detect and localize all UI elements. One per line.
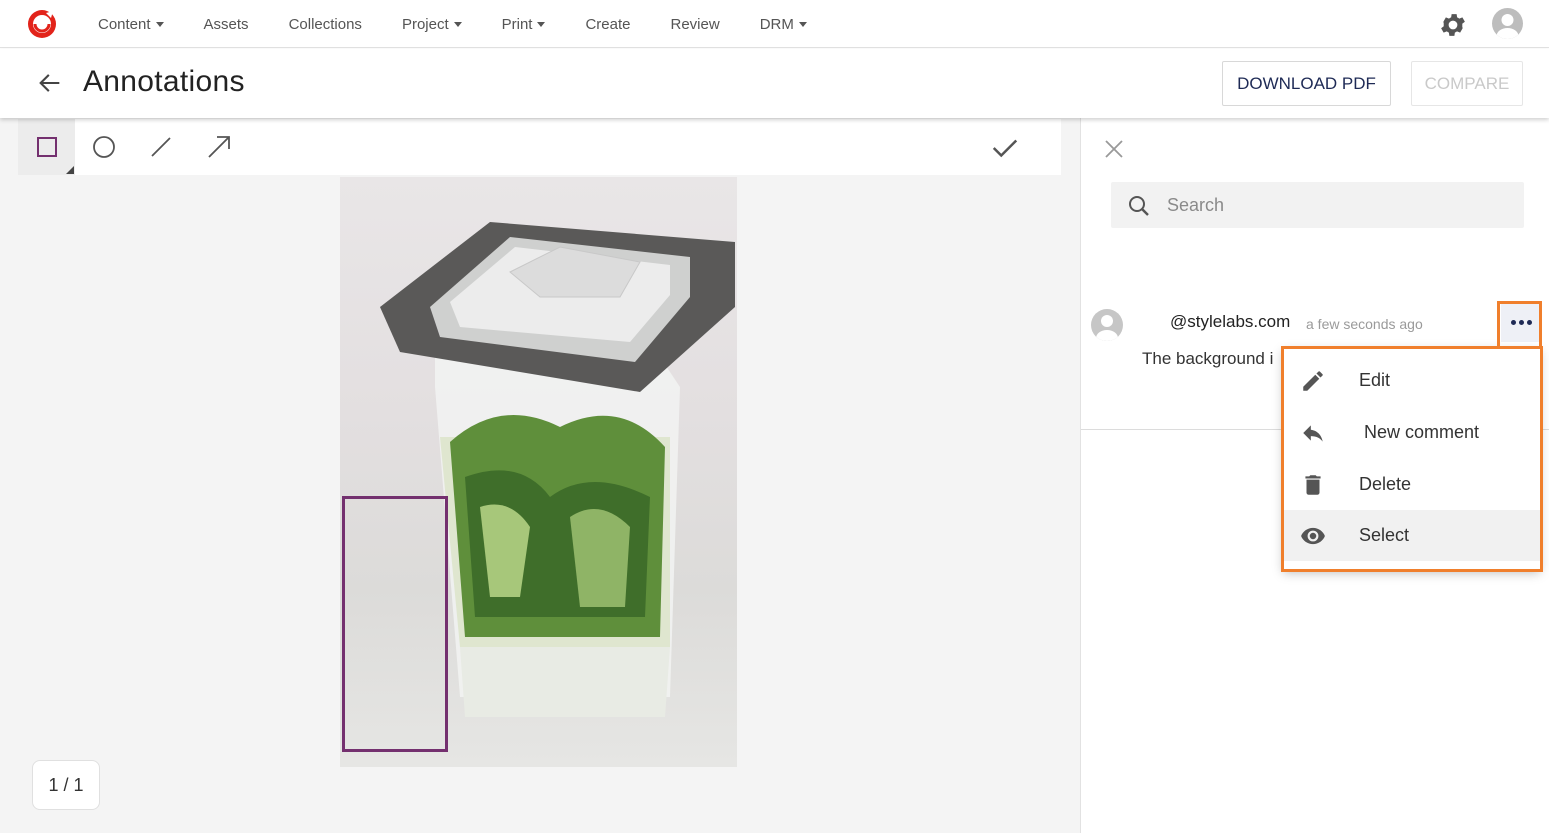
rectangle-tool-button[interactable] bbox=[18, 119, 75, 175]
menu-item-new-comment[interactable]: New comment bbox=[1283, 407, 1540, 458]
brand-logo-icon[interactable] bbox=[26, 8, 58, 40]
circle-icon bbox=[92, 136, 115, 158]
caret-down-icon bbox=[453, 21, 462, 27]
comment-avatar-icon bbox=[1091, 309, 1123, 341]
nav-item-collections[interactable]: Collections bbox=[269, 16, 382, 33]
comment-search bbox=[1111, 182, 1524, 228]
more-options-button[interactable] bbox=[1501, 302, 1541, 342]
search-input[interactable] bbox=[1167, 182, 1507, 228]
menu-item-label: Delete bbox=[1359, 474, 1412, 494]
user-avatar-icon[interactable] bbox=[1492, 8, 1523, 39]
more-dot bbox=[1526, 319, 1532, 325]
annotation-rectangle[interactable] bbox=[342, 496, 448, 752]
line-tool-button[interactable] bbox=[132, 119, 189, 175]
close-icon[interactable] bbox=[1103, 138, 1125, 160]
pencil-icon bbox=[1303, 371, 1323, 391]
nav-item-project[interactable]: Project bbox=[382, 16, 482, 33]
eye-icon bbox=[1301, 527, 1325, 545]
top-nav: Content Assets Collections Project Print… bbox=[0, 0, 1549, 48]
drawing-toolbar bbox=[18, 119, 1061, 175]
circle-tool-button[interactable] bbox=[75, 119, 132, 175]
comment-context-menu: Edit New comment Delete Select bbox=[1283, 348, 1540, 570]
menu-item-select[interactable]: Select bbox=[1283, 510, 1540, 561]
page-title: Annotations bbox=[83, 65, 245, 98]
arrow-icon bbox=[207, 136, 230, 158]
search-icon bbox=[1129, 196, 1149, 216]
trash-icon bbox=[1305, 475, 1321, 495]
rectangle-icon bbox=[36, 137, 57, 157]
back-arrow-icon[interactable] bbox=[36, 69, 64, 97]
nav-item-create[interactable]: Create bbox=[565, 16, 650, 33]
arrow-tool-button[interactable] bbox=[190, 119, 247, 175]
submenu-corner-icon bbox=[66, 166, 74, 174]
compare-button[interactable]: COMPARE bbox=[1411, 61, 1523, 106]
line-icon bbox=[150, 137, 171, 157]
nav-item-content[interactable]: Content bbox=[78, 16, 184, 33]
nav-item-assets[interactable]: Assets bbox=[184, 16, 269, 33]
more-dot bbox=[1518, 319, 1524, 325]
menu-item-label: Select bbox=[1359, 525, 1410, 545]
comment-author: @stylelabs.com bbox=[1170, 312, 1291, 331]
reply-icon bbox=[1303, 425, 1323, 442]
menu-item-edit[interactable]: Edit bbox=[1283, 355, 1540, 406]
confirm-check-icon[interactable] bbox=[990, 133, 1020, 163]
page-indicator: 1 / 1 bbox=[32, 760, 100, 810]
menu-item-delete[interactable]: Delete bbox=[1283, 459, 1540, 510]
menu-item-label: Edit bbox=[1359, 370, 1391, 390]
nav-menu: Content Assets Collections Project Print… bbox=[78, 0, 827, 48]
comment-body: The background i bbox=[1142, 349, 1274, 368]
comment-timestamp: a few seconds ago bbox=[1306, 316, 1423, 332]
annotation-canvas-area: 1 / 1 bbox=[0, 118, 1080, 833]
nav-item-review[interactable]: Review bbox=[651, 16, 740, 33]
more-dots-icon bbox=[1510, 319, 1516, 325]
caret-down-icon bbox=[537, 21, 546, 27]
caret-down-icon bbox=[798, 21, 807, 27]
nav-item-drm[interactable]: DRM bbox=[740, 16, 827, 33]
menu-item-label: New comment bbox=[1364, 422, 1480, 442]
download-pdf-button[interactable]: DOWNLOAD PDF bbox=[1222, 61, 1391, 106]
gear-icon[interactable] bbox=[1438, 10, 1468, 40]
caret-down-icon bbox=[155, 21, 164, 27]
nav-item-print[interactable]: Print bbox=[482, 16, 566, 33]
page-header: Annotations DOWNLOAD PDF COMPARE bbox=[0, 49, 1549, 118]
